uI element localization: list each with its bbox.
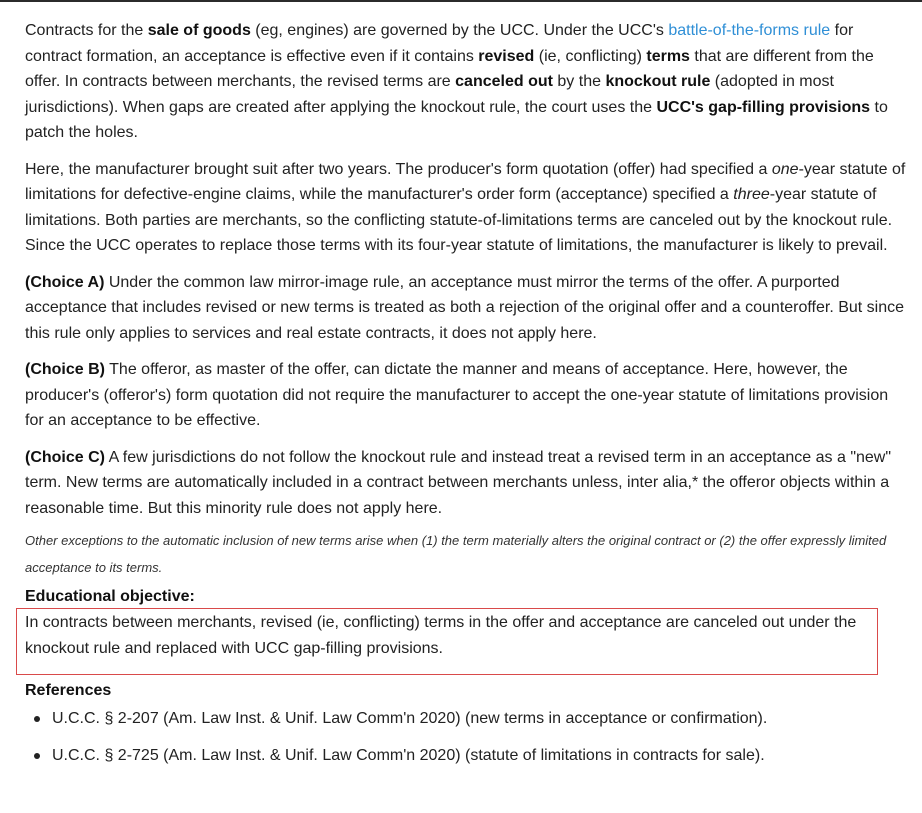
choice-c-label: (Choice C) [25,448,105,466]
text-run: by the [552,73,606,90]
choice-b-text: The offeror, as master of the offer, can… [25,361,889,429]
footnote: Other exceptions to the automatic inclus… [25,533,887,575]
italic-term-one: one [771,160,799,178]
choice-c-text: A few jurisdictions do not follow the kn… [25,448,892,517]
educational-objective-text: In contracts between merchants, revised … [25,614,857,657]
text-run: Here, the manufacturer brought suit afte… [25,160,772,178]
choice-a-text: Under the common law mirror-image rule, … [25,273,905,342]
choice-c-explanation: (Choice C) A few jurisdictions do not fo… [25,445,910,522]
reference-item: U.C.C. § 2-207 (Am. Law Inst. & Unif. La… [25,706,910,731]
text-run: Contracts for the [25,22,148,39]
explanation-content: Contracts for the sale of goods (eg, eng… [16,18,910,780]
references-list: U.C.C. § 2-207 (Am. Law Inst. & Unif. La… [25,706,910,768]
battle-of-the-forms-link[interactable]: battle-of-the-forms rule [668,22,830,39]
text-run: (eg, engines) are governed by the UCC. U… [250,22,669,39]
choice-a-label: (Choice A) [25,273,105,291]
educational-objective-heading: Educational objective: [25,588,195,605]
bullet-icon [34,753,40,759]
top-divider [0,0,922,2]
explanation-paragraph-ucc: Contracts for the sale of goods (eg, eng… [25,18,910,146]
bold-term-gap-filling: UCC's gap-filling provisions [656,98,871,116]
explanation-paragraph-application: Here, the manufacturer brought suit afte… [25,157,910,259]
choice-a-explanation: (Choice A) Under the common law mirror-i… [25,270,910,347]
choice-b-explanation: (Choice B) The offeror, as master of the… [25,357,910,434]
reference-text: U.C.C. § 2-725 (Am. Law Inst. & Unif. La… [52,747,765,764]
italic-term-three: three [733,186,770,203]
bold-term-terms: terms [646,47,690,65]
bold-term-sale-of-goods: sale of goods [147,22,251,39]
bold-term-revised: revised [478,47,535,65]
text-run: (ie, conflicting) [534,47,647,65]
reference-text: U.C.C. § 2-207 (Am. Law Inst. & Unif. La… [52,710,768,727]
bullet-icon [34,716,40,722]
choice-b-label: (Choice B) [25,361,105,378]
bold-term-canceled-out: canceled out [455,73,553,90]
reference-item: U.C.C. § 2-725 (Am. Law Inst. & Unif. La… [25,743,910,768]
references-heading: References [25,682,112,699]
bold-term-knockout-rule: knockout rule [605,73,711,90]
educational-objective-box: In contracts between merchants, revised … [16,608,878,675]
